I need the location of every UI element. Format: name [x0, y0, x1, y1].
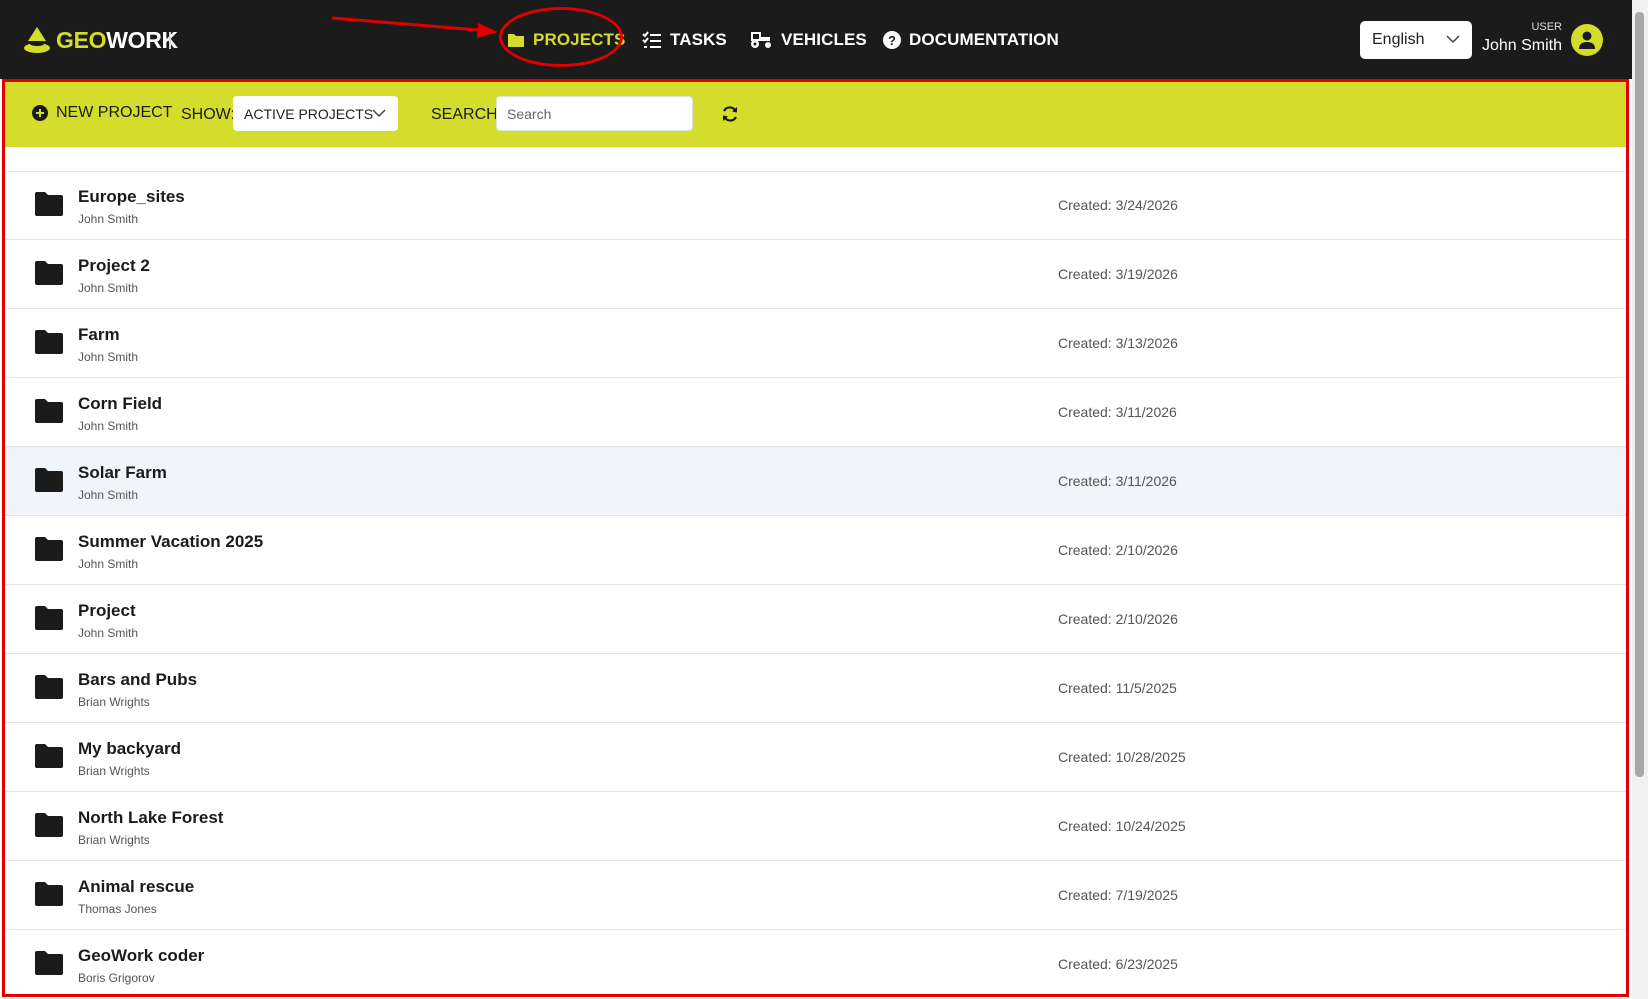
chevron-down-icon	[1446, 35, 1460, 44]
project-owner: Boris Grigorov	[78, 971, 155, 985]
tractor-icon	[751, 32, 771, 48]
folder-icon	[35, 468, 63, 492]
project-name[interactable]: Summer Vacation 2025	[78, 532, 263, 552]
user-name: John Smith	[1481, 37, 1562, 54]
project-created-date: Created: 3/19/2026	[1058, 266, 1178, 282]
project-owner: Brian Wrights	[78, 695, 150, 709]
project-created-date: Created: 3/13/2026	[1058, 335, 1178, 351]
project-name[interactable]: Project	[78, 601, 136, 621]
project-owner: John Smith	[78, 350, 139, 364]
project-row[interactable]: Animal rescue Thomas Jones Created: 7/19/2…	[5, 861, 1626, 930]
avatar[interactable]	[1571, 24, 1603, 56]
folder-icon	[35, 951, 63, 975]
project-owner: John Smith	[78, 212, 139, 226]
project-owner: Brian Wrights	[78, 833, 150, 847]
project-name[interactable]: GeoWork coder	[78, 946, 204, 966]
project-owner: Brian Wrights	[78, 764, 150, 778]
project-row[interactable]: Project 2 John Smith Created: 3/19/2026	[5, 240, 1626, 309]
logo-geo: GEO	[56, 26, 107, 53]
refresh-icon[interactable]	[721, 105, 739, 123]
new-project-button[interactable]: NEW PROJECT	[32, 104, 172, 122]
project-row[interactable]: GeoWork coder Boris Grigorov Created: 6/23…	[5, 930, 1626, 999]
project-owner: John Smith	[78, 281, 139, 295]
top-navigation-bar: GEOWORK PROJECTS TASKS VEHICLES ? DOCUME…	[0, 0, 1648, 79]
project-owner: Thomas Jones	[78, 902, 157, 916]
search-label: SEARCH:	[431, 106, 503, 123]
nav-tasks[interactable]: TASKS	[642, 24, 727, 56]
user-role: USER	[1531, 21, 1562, 33]
project-created-date: Created: 11/5/2025	[1058, 680, 1177, 696]
folder-icon	[35, 606, 63, 630]
geowork-logo-icon	[24, 27, 50, 53]
project-row[interactable]: Europe_sites John Smith Created: 3/24/2026	[5, 171, 1626, 240]
project-created-date: Created: 2/10/2026	[1058, 542, 1178, 558]
project-owner: John Smith	[78, 488, 139, 502]
project-name[interactable]: Bars and Pubs	[78, 670, 197, 690]
folder-icon	[35, 192, 63, 216]
user-icon	[1579, 31, 1595, 49]
project-list: Europe_sites John Smith Created: 3/24/2026…	[5, 171, 1626, 999]
projects-toolbar: NEW PROJECT SHOW: ACTIVE PROJECTS SEARCH…	[5, 82, 1626, 147]
project-name[interactable]: Solar Farm	[78, 463, 167, 483]
project-created-date: Created: 6/23/2025	[1058, 956, 1178, 972]
project-row[interactable]: North Lake Forest Brian Wrights Created: 1…	[5, 792, 1626, 861]
logo-divider	[169, 32, 171, 49]
project-name[interactable]: North Lake Forest	[78, 808, 223, 828]
project-row[interactable]: Bars and Pubs Brian Wrights Created: 11/5/…	[5, 654, 1626, 723]
project-name[interactable]: Animal rescue	[78, 877, 194, 897]
show-filter-select[interactable]: ACTIVE PROJECTS	[233, 96, 398, 131]
project-row[interactable]: Solar Farm John Smith Created: 3/11/2026	[5, 447, 1626, 516]
project-name[interactable]: My backyard	[78, 739, 181, 759]
project-owner: John Smith	[78, 557, 139, 571]
project-created-date: Created: 3/24/2026	[1058, 197, 1178, 213]
project-name[interactable]: Corn Field	[78, 394, 162, 414]
search-input[interactable]	[496, 96, 693, 131]
logo-work: WORK	[106, 26, 178, 53]
svg-text:?: ?	[888, 33, 896, 48]
show-label: SHOW:	[181, 106, 235, 123]
folder-icon	[35, 399, 63, 423]
nav-tasks-label: TASKS	[670, 30, 727, 49]
language-value: English	[1372, 31, 1425, 48]
checklist-icon	[642, 31, 661, 48]
folder-icon	[35, 882, 63, 906]
project-row[interactable]: Farm John Smith Created: 3/13/2026	[5, 309, 1626, 378]
project-owner: John Smith	[78, 419, 139, 433]
folder-icon	[35, 675, 63, 699]
nav-documentation-label: DOCUMENTATION	[909, 30, 1059, 49]
project-row[interactable]: Corn Field John Smith Created: 3/11/2026	[5, 378, 1626, 447]
project-created-date: Created: 3/11/2026	[1058, 404, 1177, 420]
folder-icon	[35, 813, 63, 837]
project-created-date: Created: 10/24/2025	[1058, 818, 1186, 834]
project-name[interactable]: Project 2	[78, 256, 150, 276]
nav-vehicles[interactable]: VEHICLES	[749, 24, 867, 56]
project-row[interactable]: My backyard Brian Wrights Created: 10/28/2…	[5, 723, 1626, 792]
project-created-date: Created: 10/28/2025	[1058, 749, 1186, 765]
project-created-date: Created: 7/19/2025	[1058, 887, 1178, 903]
annotation-circle	[499, 7, 623, 67]
folder-icon	[35, 261, 63, 285]
project-row[interactable]: Project John Smith Created: 2/10/2026	[5, 585, 1626, 654]
nav-documentation[interactable]: ? DOCUMENTATION	[883, 24, 1059, 56]
logo-text: GEOWORK	[56, 27, 178, 54]
plus-circle-icon	[32, 105, 48, 121]
logo[interactable]: GEOWORK	[22, 24, 178, 56]
folder-icon	[35, 330, 63, 354]
project-name[interactable]: Farm	[78, 325, 120, 345]
folder-icon	[35, 537, 63, 561]
show-filter-value: ACTIVE PROJECTS	[244, 105, 374, 122]
nav-vehicles-label: VEHICLES	[781, 30, 867, 49]
question-circle-icon: ?	[883, 31, 901, 49]
chevron-down-icon	[372, 109, 386, 118]
project-created-date: Created: 3/11/2026	[1058, 473, 1177, 489]
project-row[interactable]: Summer Vacation 2025 John Smith Created: 2…	[5, 516, 1626, 585]
project-name[interactable]: Europe_sites	[78, 187, 185, 207]
folder-icon	[35, 744, 63, 768]
scrollbar-thumb[interactable]	[1635, 12, 1644, 777]
annotation-arrow	[331, 16, 498, 38]
project-owner: John Smith	[78, 626, 139, 640]
language-select[interactable]: English	[1360, 21, 1472, 59]
new-project-label: NEW PROJECT	[56, 104, 173, 121]
project-created-date: Created: 2/10/2026	[1058, 611, 1178, 627]
